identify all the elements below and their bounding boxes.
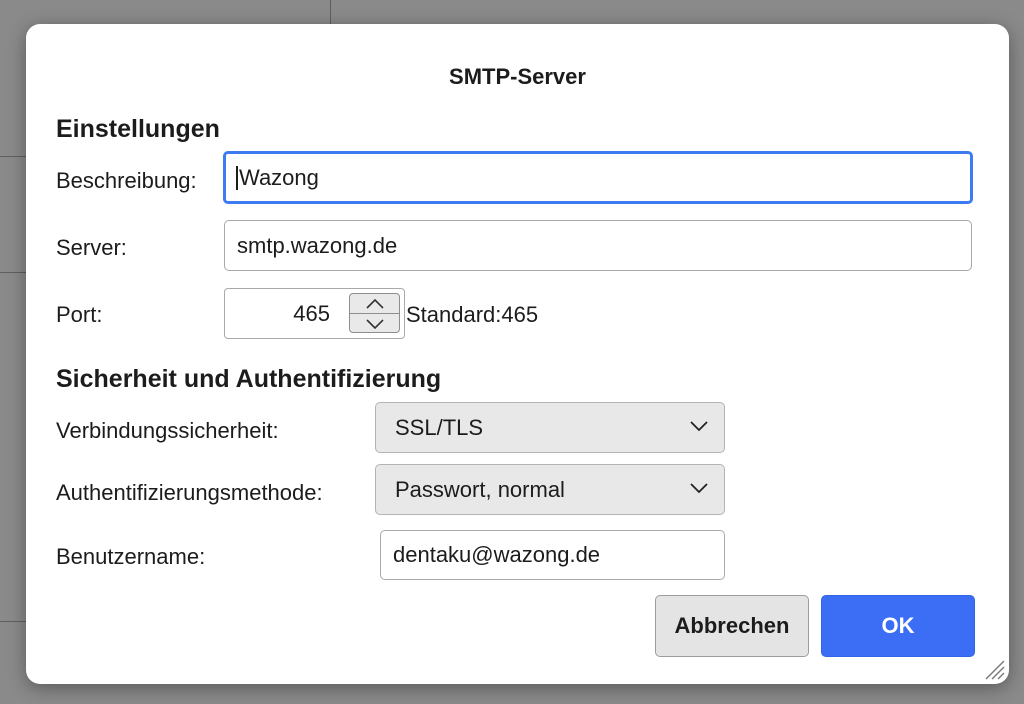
auth-method-label: Authentifizierungsmethode: xyxy=(56,480,323,505)
port-decrement-button[interactable] xyxy=(350,314,399,333)
resize-grip-icon[interactable] xyxy=(983,658,1005,680)
server-label: Server: xyxy=(56,235,127,260)
chevron-down-icon xyxy=(690,420,708,431)
connection-security-select[interactable]: SSL/TLS xyxy=(375,402,725,453)
port-label: Port: xyxy=(56,302,103,327)
auth-method-value: Passwort, normal xyxy=(395,476,565,502)
cancel-button[interactable]: Abbrechen xyxy=(655,595,809,657)
smtp-server-dialog: SMTP-Server Einstellungen Beschreibung: … xyxy=(26,24,1009,684)
security-heading: Sicherheit und Authentifizierung xyxy=(56,365,442,393)
username-label: Benutzername: xyxy=(56,544,206,569)
backdrop-line xyxy=(330,0,331,24)
connection-security-label: Verbindungssicherheit: xyxy=(56,418,279,443)
ok-button[interactable]: OK xyxy=(821,595,975,657)
username-value: dentaku@wazong.de xyxy=(393,542,601,567)
auth-method-select[interactable]: Passwort, normal xyxy=(375,464,725,515)
username-input[interactable]: dentaku@wazong.de xyxy=(380,530,725,580)
description-label: Beschreibung: xyxy=(56,168,197,193)
backdrop-line xyxy=(0,621,26,622)
port-default-text: Standard:465 xyxy=(406,302,539,327)
port-input[interactable]: 465 xyxy=(224,288,405,339)
settings-heading: Einstellungen xyxy=(56,115,220,143)
port-increment-button[interactable] xyxy=(350,294,399,314)
chevron-up-icon xyxy=(365,298,384,309)
chevron-down-icon xyxy=(365,318,384,329)
server-input[interactable]: smtp.wazong.de xyxy=(224,220,972,271)
port-value: 465 xyxy=(293,301,330,326)
description-input[interactable]: Wazong xyxy=(223,151,973,204)
text-caret xyxy=(236,165,238,190)
port-stepper[interactable] xyxy=(349,293,400,333)
description-value: Wazong xyxy=(239,164,319,190)
chevron-down-icon xyxy=(690,482,708,493)
backdrop-line xyxy=(0,156,26,157)
dialog-title: SMTP-Server xyxy=(449,64,586,89)
backdrop-line xyxy=(0,272,26,273)
server-value: smtp.wazong.de xyxy=(237,232,398,258)
connection-security-value: SSL/TLS xyxy=(395,414,484,440)
